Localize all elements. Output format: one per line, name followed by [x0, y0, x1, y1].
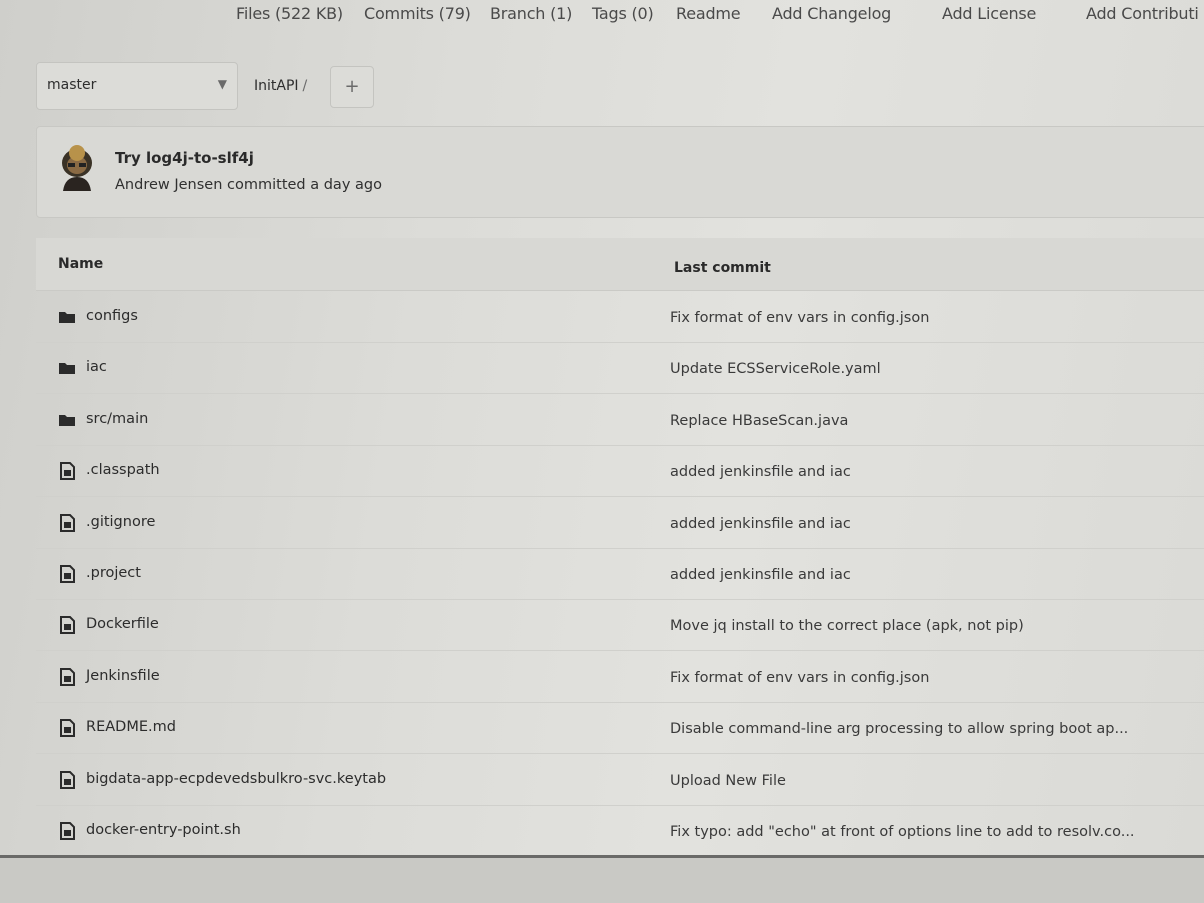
- file-name-link[interactable]: docker-entry-point.sh: [86, 822, 241, 838]
- bottom-bar: [0, 858, 1204, 903]
- file-name-link[interactable]: .gitignore: [86, 514, 155, 530]
- file-icon: [58, 822, 76, 840]
- last-commit-message-link[interactable]: Replace HBaseScan.java: [670, 413, 848, 429]
- table-row[interactable]: configs Fix format of env vars in config.…: [36, 292, 1204, 343]
- folder-name-link[interactable]: configs: [86, 308, 138, 324]
- branch-selector[interactable]: master ▼: [36, 62, 238, 110]
- table-row[interactable]: .gitignore added jenkinsfile and iac: [36, 498, 1204, 549]
- file-icon: [58, 770, 76, 789]
- chevron-down-icon: ▼: [217, 77, 227, 91]
- nav-add-contributing-link[interactable]: Add Contributi: [1086, 4, 1199, 23]
- commit-author-meta: Andrew Jensen committed a day ago: [115, 177, 382, 193]
- file-name-link[interactable]: README.md: [86, 719, 176, 735]
- table-row[interactable]: bigdata-app-ecpdevedsbulkro-svc.keytab Up…: [36, 755, 1204, 806]
- last-commit-message-link[interactable]: added jenkinsfile and iac: [670, 567, 851, 583]
- table-row[interactable]: Dockerfile Move jq install to the correct…: [36, 600, 1204, 652]
- file-name-link[interactable]: Jenkinsfile: [86, 668, 160, 684]
- file-icon: [58, 513, 76, 532]
- breadcrumb-separator: /: [302, 78, 308, 94]
- file-icon: [58, 565, 76, 583]
- branch-selector-value: master: [47, 77, 97, 93]
- last-commit-message-link[interactable]: Fix format of env vars in config.json: [670, 310, 929, 326]
- table-row[interactable]: .project added jenkinsfile and iac: [36, 549, 1204, 600]
- table-row[interactable]: src/main Replace HBaseScan.java: [36, 395, 1204, 446]
- file-name-link[interactable]: .project: [86, 565, 141, 581]
- folder-name-link[interactable]: iac: [86, 359, 107, 375]
- nav-add-changelog-link[interactable]: Add Changelog: [772, 4, 891, 23]
- breadcrumb-repo-link[interactable]: InitAPI: [254, 78, 299, 94]
- table-row[interactable]: .classpath added jenkinsfile and iac: [36, 446, 1204, 498]
- table-row[interactable]: docker-entry-point.sh Fix typo: add "echo…: [36, 806, 1204, 857]
- last-commit-message-link[interactable]: Move jq install to the correct place (ap…: [670, 618, 1024, 634]
- last-commit-box: Try log4j-to-slf4j Andrew Jensen committ…: [36, 126, 1204, 218]
- file-icon: [58, 667, 76, 686]
- file-table-header: Name Last commit: [36, 238, 1204, 291]
- last-commit-message-link[interactable]: Fix format of env vars in config.json: [670, 670, 929, 686]
- nav-files-link[interactable]: Files (522 KB): [236, 4, 343, 23]
- folder-icon: [58, 359, 76, 377]
- table-row[interactable]: Jenkinsfile Fix format of env vars in con…: [36, 652, 1204, 703]
- folder-icon: [58, 308, 76, 326]
- folder-icon: [58, 411, 76, 429]
- last-commit-message-link[interactable]: Disable command-line arg processing to a…: [670, 721, 1128, 737]
- nav-readme-link[interactable]: Readme: [676, 4, 741, 23]
- nav-add-license-link[interactable]: Add License: [942, 4, 1036, 23]
- file-icon: [58, 719, 76, 738]
- commit-title-link[interactable]: Try log4j-to-slf4j: [115, 149, 254, 167]
- table-row[interactable]: README.md Disable command-line arg proces…: [36, 703, 1204, 755]
- breadcrumb: InitAPI /: [254, 78, 307, 94]
- file-name-link[interactable]: Dockerfile: [86, 616, 159, 632]
- avatar[interactable]: [57, 145, 97, 191]
- file-name-link[interactable]: .classpath: [86, 462, 160, 478]
- last-commit-message-link[interactable]: Upload New File: [670, 773, 786, 789]
- nav-branch-link[interactable]: Branch (1): [490, 4, 572, 23]
- nav-tags-link[interactable]: Tags (0): [592, 4, 654, 23]
- last-commit-message-link[interactable]: Update ECSServiceRole.yaml: [670, 361, 881, 377]
- add-file-button[interactable]: +: [330, 66, 374, 108]
- column-header-name: Name: [58, 256, 104, 272]
- column-header-last-commit: Last commit: [674, 260, 771, 276]
- nav-commits-link[interactable]: Commits (79): [364, 4, 471, 23]
- file-icon: [58, 462, 76, 481]
- last-commit-message-link[interactable]: added jenkinsfile and iac: [670, 464, 851, 480]
- file-icon: [58, 616, 76, 635]
- last-commit-message-link[interactable]: added jenkinsfile and iac: [670, 516, 851, 532]
- last-commit-message-link[interactable]: Fix typo: add "echo" at front of options…: [670, 824, 1135, 840]
- folder-name-link[interactable]: src/main: [86, 411, 148, 427]
- plus-icon: +: [344, 76, 360, 97]
- repository-page: Files (522 KB) Commits (79) Branch (1) T…: [0, 0, 1204, 903]
- table-row[interactable]: iac Update ECSServiceRole.yaml: [36, 343, 1204, 395]
- file-name-link[interactable]: bigdata-app-ecpdevedsbulkro-svc.keytab: [86, 771, 386, 787]
